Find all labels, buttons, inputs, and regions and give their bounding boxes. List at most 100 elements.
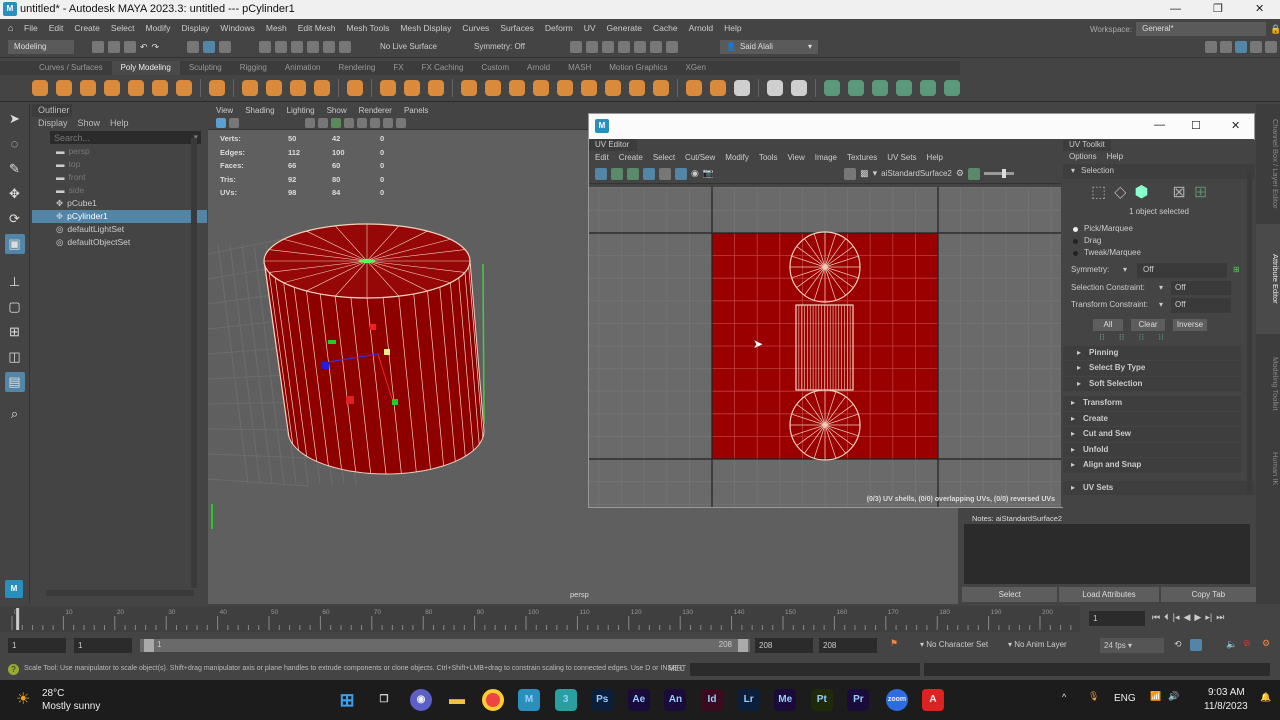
poly-svg-icon[interactable] [314,80,330,96]
symmetry-axis-icon[interactable]: ⊞ [1233,263,1240,278]
file-explorer-icon[interactable]: ▬ [446,689,468,711]
taskbar-app-3[interactable]: 3 [554,689,577,711]
cache-status-icon[interactable]: ⊘ [1243,638,1251,649]
menu-mesh[interactable]: Mesh [266,23,287,33]
select-component-icon[interactable] [219,41,232,53]
menu-mesh-display[interactable]: Mesh Display [400,23,451,33]
multi-cut-icon[interactable] [686,80,702,96]
section-header[interactable]: ▸ Align and Snap [1063,458,1241,473]
anim-layer-dropdown[interactable]: ▾ No Anim Layer [1008,640,1067,649]
menu-curves[interactable]: Curves [462,23,489,33]
relax-icon[interactable] [920,80,936,96]
mirror-icon[interactable] [767,80,783,96]
section-header[interactable]: ▸ Unfold [1063,442,1241,457]
four-view-icon[interactable]: ⊞ [5,322,25,342]
taskbar-app-ps[interactable]: Ps [591,689,614,711]
auto-key-icon[interactable]: ⚑ [890,638,898,649]
poly-cube-icon[interactable] [56,80,72,96]
sculpt-icon[interactable] [896,80,912,96]
play-backward-icon[interactable]: ◀ [1183,612,1190,623]
open-scene-icon[interactable] [108,41,120,53]
combine-icon[interactable] [461,80,477,96]
ipr-render-icon[interactable] [586,41,598,53]
uv-menu-image[interactable]: Image [815,153,837,162]
poly-sphere-icon[interactable] [32,80,48,96]
sweep-mesh-icon[interactable] [242,80,258,96]
select-object-icon[interactable] [203,41,216,53]
uv-shell-icon[interactable] [595,167,607,180]
append-icon[interactable] [629,80,645,96]
clear-selection-button[interactable]: Clear [1131,318,1165,331]
new-scene-icon[interactable] [92,41,104,53]
image-ratio-icon[interactable] [967,167,980,180]
show-hidden-icons-icon[interactable]: ^ [1062,692,1066,702]
pinch-icon[interactable] [944,80,960,96]
play-forward-icon[interactable]: ▶ [1194,612,1201,623]
select-border-icon[interactable]: ⁝⁝ [1138,332,1144,343]
outliner-item[interactable]: ▬ top [32,158,207,171]
uv-menu-uv-sets[interactable]: UV Sets [887,153,916,162]
shading-sphere-icon[interactable]: ◉ [691,168,699,179]
teams-icon[interactable]: ◉ [410,689,432,711]
snap-projected-icon[interactable] [307,41,320,53]
poly-torus-icon[interactable] [128,80,144,96]
freeze-transform-icon[interactable] [404,80,420,96]
soft-select-icon[interactable] [848,80,864,96]
go-to-start-icon[interactable]: ⏮ [1152,612,1160,623]
notification-icon[interactable]: 🔔 [1260,692,1271,703]
animation-end-field[interactable]: 208 [819,638,877,653]
selection-mode-radio[interactable]: Drag [1063,235,1255,247]
shelf-tab-xgen[interactable]: XGen [676,61,714,75]
symmetry-dropdown[interactable]: Off [1137,263,1228,278]
shelf-tab-mash[interactable]: MASH [559,61,600,75]
outliner-menu-display[interactable]: Display [38,118,68,128]
uv-axis-icon[interactable] [659,167,671,180]
live-surface-field[interactable]: No Live Surface [380,42,437,51]
home-icon[interactable]: ⌂ [8,23,13,33]
zoom-icon[interactable]: zoom [886,689,908,711]
pause-icon[interactable] [666,41,678,53]
snap-point-icon[interactable] [291,41,304,53]
extrude-icon[interactable] [605,80,621,96]
outliner-item[interactable]: ▬ side [32,184,207,197]
show-manipulator-icon[interactable]: ⊥ [5,272,25,292]
uv-menu-textures[interactable]: Textures [847,153,877,162]
section-header[interactable]: ▸ Cut and Sew [1063,427,1241,442]
fps-dropdown[interactable]: 24 fps ▾ [1100,638,1164,653]
uv-frame-icon[interactable] [643,167,655,180]
separate-icon[interactable] [485,80,501,96]
range-start-handle[interactable] [144,639,154,652]
uv-canvas[interactable]: (0/3) UV shells, (0/0) overlapping UVs, … [589,187,1061,507]
minimize-icon[interactable]: — [1154,119,1165,131]
attribute-editor-icon[interactable] [1235,41,1247,53]
snap-curve-icon[interactable] [275,41,288,53]
checker-icon[interactable]: ▩ [860,168,869,179]
load-attributes-button[interactable]: Load Attributes [1059,587,1159,602]
toolkit-menu-help[interactable]: Help [1107,152,1123,161]
uv-editor-icon[interactable] [347,80,363,96]
menu-edit[interactable]: Edit [49,23,64,33]
maximize-icon[interactable]: ❐ [1213,0,1223,19]
subsection-header[interactable]: ▸ Soft Selection [1063,376,1241,391]
taskbar-app-m[interactable]: M [518,689,540,711]
uv-mode-icon[interactable]: ⊠ [1172,182,1185,202]
chevron-down-icon[interactable]: ▾ [1159,281,1163,296]
weather-icon[interactable]: ☀ [16,689,30,709]
section-header[interactable]: ▸ Transform [1063,396,1241,411]
paint-select-icon[interactable]: ✎ [5,159,25,179]
shelf-tab-rigging[interactable]: Rigging [231,61,276,75]
redo-icon[interactable]: ↷ [152,42,160,53]
uv-menu-modify[interactable]: Modify [725,153,749,162]
select-tool-icon[interactable]: ➤ [5,109,25,129]
search-icon[interactable]: ⌕ [5,404,25,424]
menu-set-dropdown[interactable]: Modeling [8,40,74,54]
menu-help[interactable]: Help [724,23,741,33]
outliner-menu-show[interactable]: Show [78,118,101,128]
rotate-tool-icon[interactable]: ⟳ [5,209,25,229]
side-tab-modeling-toolkit[interactable]: Modeling Toolkit [1256,334,1280,434]
chevron-down-icon[interactable]: ▾ [1123,263,1127,278]
taskbar-app-an[interactable]: An [664,689,687,711]
uv-menu-select[interactable]: Select [653,153,675,162]
selection-mode-radio[interactable]: Pick/Marquee [1063,223,1255,235]
arnold-render-icon[interactable] [634,41,646,53]
